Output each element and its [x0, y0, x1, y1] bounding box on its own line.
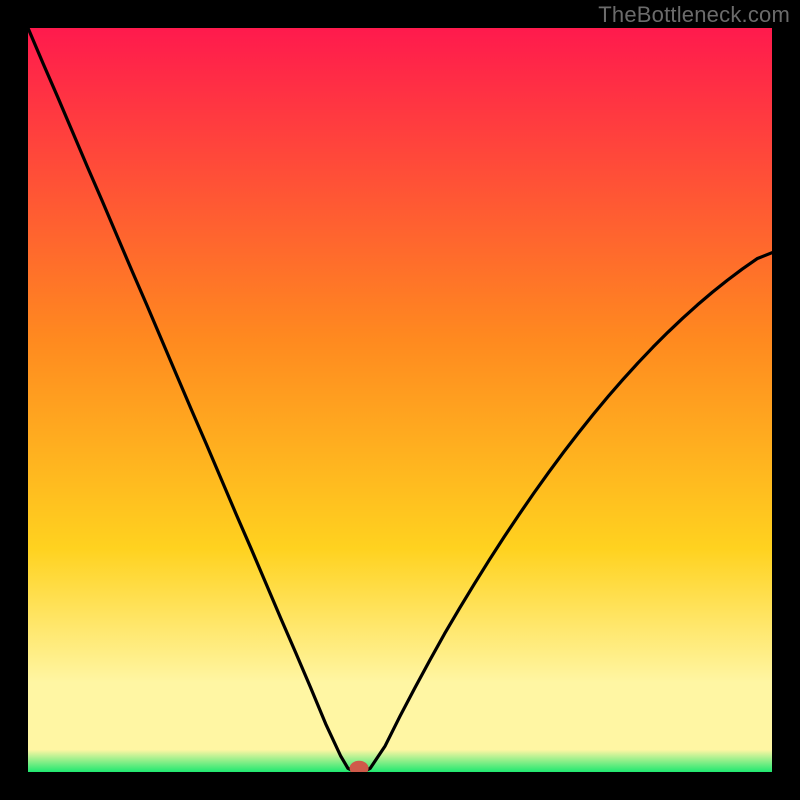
chart-svg: [28, 28, 772, 772]
gradient-background: [28, 28, 772, 772]
chart-frame: TheBottleneck.com: [0, 0, 800, 800]
minimum-marker: [350, 761, 368, 772]
watermark-text: TheBottleneck.com: [598, 2, 790, 28]
plot-area: [28, 28, 772, 772]
